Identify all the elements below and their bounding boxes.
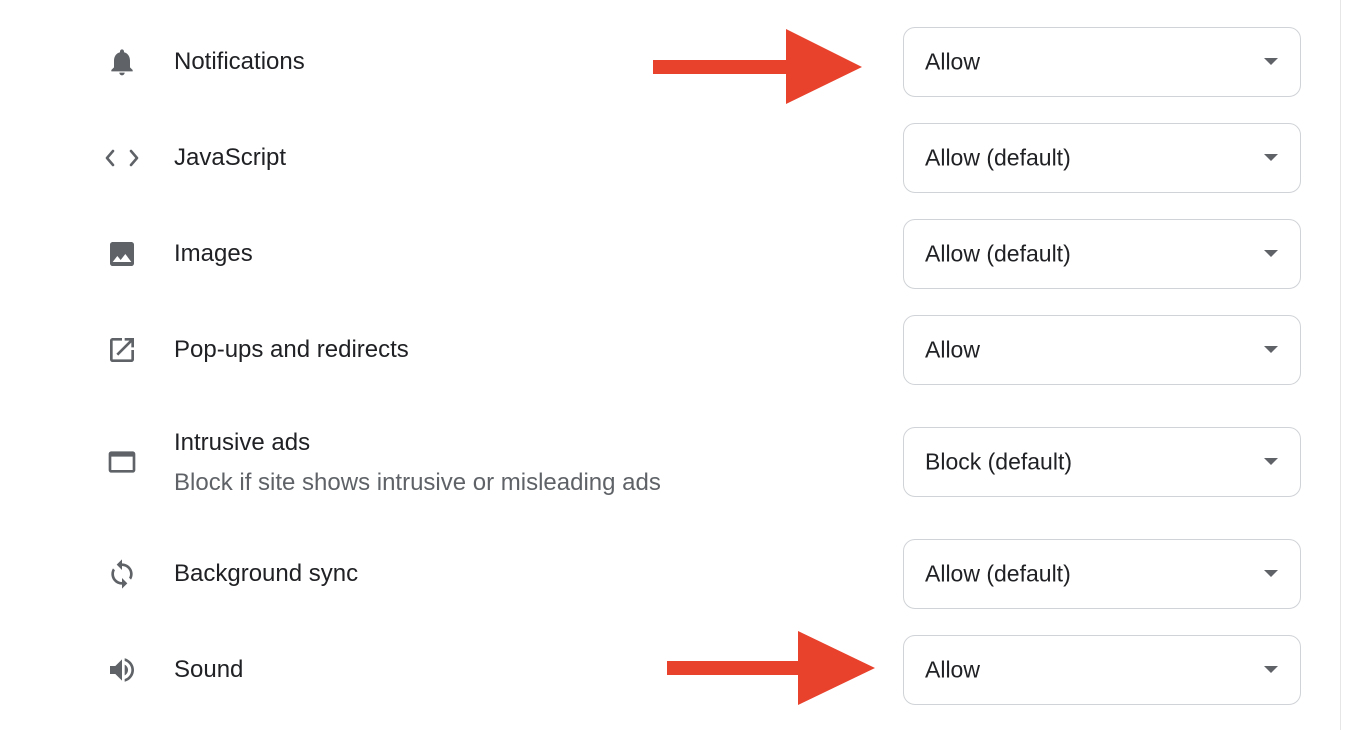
sync-icon — [104, 556, 140, 592]
select-value: Allow — [925, 656, 980, 683]
bell-icon — [104, 44, 140, 80]
popups-select[interactable]: Allow — [903, 315, 1301, 385]
dropdown-arrow-icon — [1264, 346, 1278, 353]
permission-label: Intrusive ads — [174, 429, 311, 456]
permission-row-popups: Pop-ups and redirects Allow — [0, 315, 1330, 385]
dropdown-arrow-icon — [1264, 58, 1278, 65]
images-select[interactable]: Allow (default) — [903, 219, 1301, 289]
dropdown-arrow-icon — [1264, 570, 1278, 577]
permission-label: Sound — [174, 656, 244, 683]
speaker-icon — [104, 652, 140, 688]
permission-row-ads: Intrusive ads Block if site shows intrus… — [0, 427, 1330, 497]
permission-label: JavaScript — [174, 144, 287, 171]
ads-select[interactable]: Block (default) — [903, 427, 1301, 497]
arrow-head — [798, 631, 875, 705]
permission-description: Block if site shows intrusive or mislead… — [174, 469, 661, 496]
dropdown-arrow-icon — [1264, 666, 1278, 673]
arrow-shaft — [653, 60, 793, 74]
annotation-arrow-notifications — [653, 29, 862, 104]
permission-label: Background sync — [174, 560, 359, 587]
select-value: Allow (default) — [925, 560, 1071, 587]
dropdown-arrow-icon — [1264, 458, 1278, 465]
annotation-arrow-sound — [667, 631, 875, 705]
notifications-select[interactable]: Allow — [903, 27, 1301, 97]
javascript-select[interactable]: Allow (default) — [903, 123, 1301, 193]
arrow-shaft — [667, 661, 807, 675]
permission-row-images: Images Allow (default) — [0, 219, 1330, 289]
permission-label: Notifications — [174, 48, 305, 75]
select-value: Allow — [925, 336, 980, 363]
arrow-head — [786, 29, 862, 104]
background-sync-select[interactable]: Allow (default) — [903, 539, 1301, 609]
open-in-new-icon — [104, 332, 140, 368]
select-value: Allow (default) — [925, 240, 1071, 267]
browser-window-icon — [104, 444, 140, 480]
code-icon — [104, 140, 140, 176]
select-value: Allow (default) — [925, 144, 1071, 171]
image-icon — [104, 236, 140, 272]
select-value: Block (default) — [925, 448, 1073, 475]
permission-row-background-sync: Background sync Allow (default) — [0, 539, 1330, 609]
scrollbar[interactable] — [1340, 0, 1352, 730]
dropdown-arrow-icon — [1264, 250, 1278, 257]
permission-label: Pop-ups and redirects — [174, 336, 409, 363]
permission-label: Images — [174, 240, 253, 267]
select-value: Allow — [925, 48, 980, 75]
dropdown-arrow-icon — [1264, 154, 1278, 161]
sound-select[interactable]: Allow — [903, 635, 1301, 705]
permission-row-javascript: JavaScript Allow (default) — [0, 123, 1330, 193]
site-settings-page: Notifications Allow JavaScript Allow (de… — [0, 0, 1352, 730]
